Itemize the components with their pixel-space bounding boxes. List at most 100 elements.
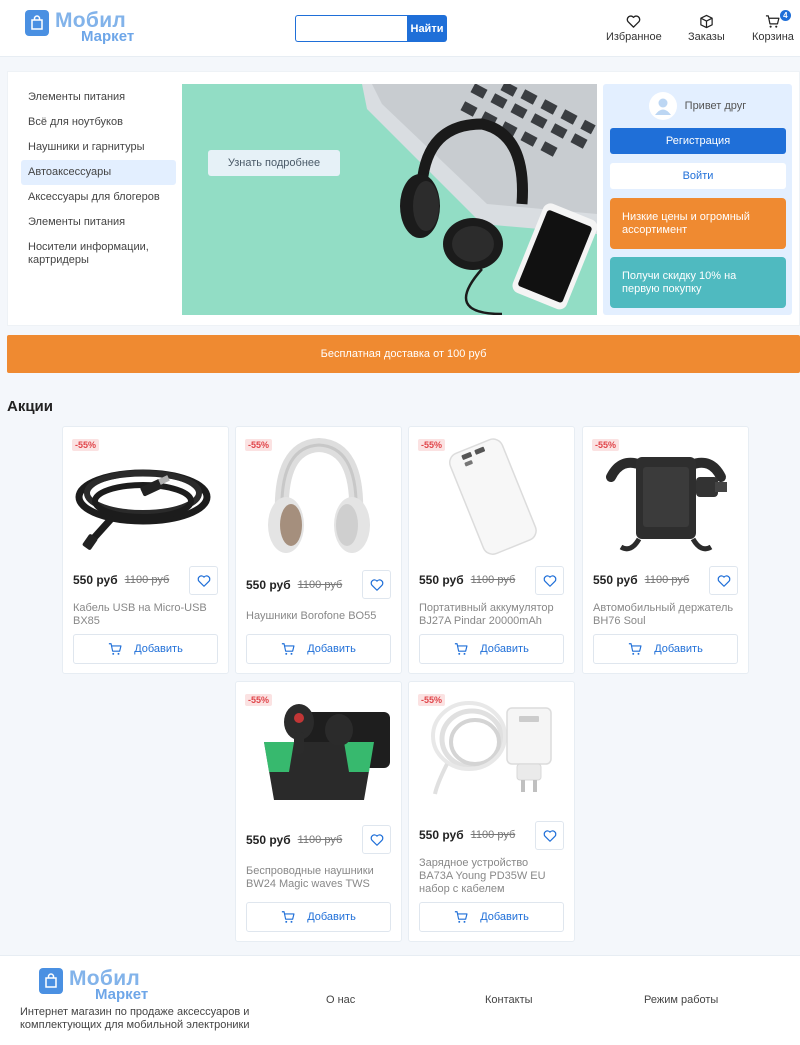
heart-icon [543, 829, 556, 842]
add-to-cart-button[interactable]: Добавить [246, 634, 391, 664]
footer: Мобил Маркет Интернет магазин по продаже… [0, 955, 800, 1045]
nav-orders-label: Заказы [688, 31, 725, 43]
add-to-cart-label: Добавить [134, 643, 183, 655]
product-card[interactable]: -55% 550 руб 1100 руб Автомобильный держ… [582, 426, 749, 674]
category-item-active[interactable]: Автоаксессуары [21, 160, 176, 185]
add-to-cart-label: Добавить [654, 643, 703, 655]
product-image [591, 439, 741, 554]
add-to-cart-label: Добавить [480, 911, 529, 923]
logo-subtitle: Маркет [81, 28, 135, 45]
product-name[interactable]: Беспроводные наушники BW24 Magic waves T… [246, 865, 391, 891]
login-button[interactable]: Войти [610, 163, 786, 189]
footer-link-hours[interactable]: Режим работы [644, 994, 718, 1006]
product-price: 550 руб [419, 828, 464, 842]
discount-badge: -55% [418, 694, 446, 706]
add-to-cart-button[interactable]: Добавить [73, 634, 218, 664]
footer-description: Интернет магазин по продаже аксессуаров … [20, 1006, 250, 1031]
header: Мобил Маркет Найти Избранное Заказы 4 Ко… [0, 0, 800, 57]
heart-icon [717, 574, 730, 587]
product-old-price: 1100 руб [470, 574, 516, 586]
nav-favorites-label: Избранное [606, 31, 662, 43]
product-name[interactable]: Автомобильный держатель BH76 Soul [593, 602, 738, 628]
heart-icon [197, 574, 210, 587]
product-card[interactable]: -55% 550 руб 1100 руб Наушники Borofone … [235, 426, 402, 674]
product-old-price: 1100 руб [124, 574, 170, 586]
product-old-price: 1100 руб [297, 834, 343, 846]
nav-orders[interactable]: Заказы [688, 14, 725, 43]
add-to-cart-button[interactable]: Добавить [419, 634, 564, 664]
add-to-favorites-button[interactable] [362, 825, 391, 854]
category-item[interactable]: Наушники и гарнитуры [21, 135, 176, 160]
cart-icon [629, 643, 642, 655]
discount-badge: -55% [245, 439, 273, 451]
product-old-price: 1100 руб [644, 574, 690, 586]
discount-badge: -55% [592, 439, 620, 451]
product-card[interactable]: -55% 550 руб 1100 руб Портативный аккуму… [408, 426, 575, 674]
cart-icon [455, 643, 468, 655]
category-item[interactable]: Носители информации, картридеры [21, 235, 176, 273]
search-input[interactable] [295, 15, 407, 42]
product-card[interactable]: -55% 550 руб 1100 руб Беспроводные наушн… [235, 681, 402, 942]
footer-link-about[interactable]: О нас [326, 994, 355, 1006]
nav-cart[interactable]: 4 Корзина [752, 10, 794, 43]
nav-cart-label: Корзина [752, 31, 794, 43]
promo-low-prices[interactable]: Низкие цены и огромный ассортимент [610, 198, 786, 249]
logo[interactable]: Мобил Маркет [25, 10, 134, 44]
cart-icon [282, 643, 295, 655]
register-button[interactable]: Регистрация [610, 128, 786, 154]
product-price: 550 руб [419, 573, 464, 587]
category-item[interactable]: Всё для ноутбуков [21, 110, 176, 135]
free-delivery-banner: Бесплатная доставка от 100 руб [7, 335, 800, 373]
add-to-cart-button[interactable]: Добавить [246, 902, 391, 932]
heart-icon [370, 833, 383, 846]
product-old-price: 1100 руб [297, 579, 343, 591]
add-to-cart-label: Добавить [307, 911, 356, 923]
product-name[interactable]: Портативный аккумулятор BJ27A Pindar 200… [419, 602, 564, 628]
user-panel: Привет друг Регистрация Войти Низкие цен… [603, 84, 792, 315]
add-to-favorites-button[interactable] [189, 566, 218, 595]
add-to-cart-button[interactable]: Добавить [593, 634, 738, 664]
cart-icon [282, 911, 295, 923]
product-name[interactable]: Наушники Borofone BO55 [246, 610, 391, 623]
product-image [71, 439, 221, 554]
footer-logo[interactable]: Мобил Маркет [39, 968, 148, 1002]
add-to-favorites-button[interactable] [709, 566, 738, 595]
hero-banner: Узнать подробнее [182, 84, 597, 315]
heart-icon [370, 578, 383, 591]
product-image [417, 694, 567, 809]
heart-icon [543, 574, 556, 587]
add-to-favorites-button[interactable] [535, 821, 564, 850]
shopping-bag-icon [25, 10, 49, 36]
heart-icon [627, 15, 641, 28]
add-to-favorites-button[interactable] [535, 566, 564, 595]
add-to-cart-label: Добавить [480, 643, 529, 655]
promo-discount[interactable]: Получи скидку 10% на первую покупку [610, 257, 786, 308]
greeting-text: Привет друг [684, 100, 747, 112]
add-to-favorites-button[interactable] [362, 570, 391, 599]
category-item[interactable]: Элементы питания [21, 85, 176, 110]
product-name[interactable]: Зарядное устройство BA73A Young PD35W EU… [419, 857, 564, 896]
product-price: 550 руб [593, 573, 638, 587]
product-image [417, 437, 567, 555]
product-image [244, 437, 394, 554]
add-to-cart-label: Добавить [307, 643, 356, 655]
product-name[interactable]: Кабель USB на Micro-USB BX85 [73, 602, 218, 628]
product-price: 550 руб [73, 573, 118, 587]
product-price: 550 руб [246, 578, 291, 592]
product-old-price: 1100 руб [470, 829, 516, 841]
product-card[interactable]: -55% 550 руб 1100 руб Зарядное устройств… [408, 681, 575, 942]
discount-badge: -55% [245, 694, 273, 706]
add-to-cart-button[interactable]: Добавить [419, 902, 564, 932]
product-price: 550 руб [246, 833, 291, 847]
cart-icon [109, 643, 122, 655]
search-form: Найти [295, 15, 447, 42]
nav-favorites[interactable]: Избранное [606, 14, 662, 43]
product-card[interactable]: -55% 550 руб 1100 руб Кабель USB на Micr… [62, 426, 229, 674]
footer-link-contacts[interactable]: Контакты [485, 994, 533, 1006]
search-button[interactable]: Найти [407, 15, 447, 42]
discount-badge: -55% [72, 439, 100, 451]
category-item[interactable]: Аксессуары для блогеров [21, 185, 176, 210]
category-item[interactable]: Элементы питания [21, 210, 176, 235]
learn-more-button[interactable]: Узнать подробнее [208, 150, 340, 176]
section-title-sales: Акции [7, 398, 54, 415]
